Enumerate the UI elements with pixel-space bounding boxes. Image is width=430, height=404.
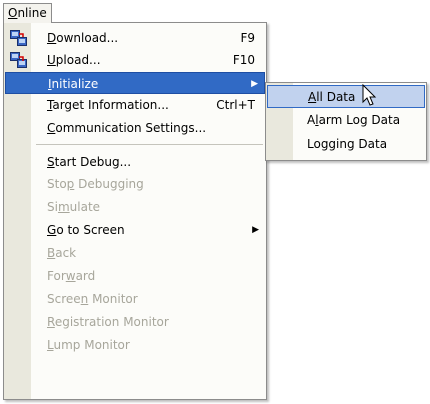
menu-item-start-debug[interactable]: Start Debug...	[5, 151, 265, 173]
initialize-submenu: All Data Alarm Log Data Logging Data	[265, 82, 427, 161]
upload-icon	[10, 52, 27, 68]
menu-item-back: Back	[5, 242, 265, 264]
menu-item-stop-debugging: Stop Debugging	[5, 173, 265, 195]
registration-monitor-label: Registration Monitor	[47, 315, 169, 329]
alarm-log-data-label: Alarm Log Data	[307, 113, 401, 127]
upload-shortcut: F10	[232, 53, 255, 67]
download-shortcut: F9	[240, 31, 255, 45]
simulate-label: Simulate	[47, 200, 101, 214]
submenu-item-logging-data[interactable]: Logging Data	[267, 133, 425, 156]
download-label: Download...	[47, 31, 119, 45]
initialize-label: Initialize	[48, 77, 99, 91]
menu-item-upload[interactable]: Upload... F10	[5, 49, 265, 71]
go-to-screen-submenu-arrow-icon: ▶	[252, 225, 259, 235]
menu-item-lump-monitor: Lump Monitor	[5, 334, 265, 356]
screen-monitor-label: Screen Monitor	[47, 292, 138, 306]
mouse-cursor-icon	[362, 84, 377, 106]
forward-label: Forward	[47, 269, 96, 283]
submenu-item-alarm-log-data[interactable]: Alarm Log Data	[267, 109, 425, 132]
go-to-screen-label: Go to Screen	[47, 223, 125, 237]
online-menu: Download... F9 Upload... F10 Initialize …	[3, 22, 267, 400]
menu-item-registration-monitor: Registration Monitor	[5, 311, 265, 333]
lump-monitor-label: Lump Monitor	[47, 338, 130, 352]
menu-item-screen-monitor: Screen Monitor	[5, 288, 265, 310]
menu-online[interactable]: Online	[3, 3, 52, 23]
stop-debugging-label: Stop Debugging	[47, 177, 144, 191]
menu-item-download[interactable]: Download... F9	[5, 27, 265, 49]
logging-data-label: Logging Data	[307, 137, 388, 151]
submenu-item-all-data[interactable]: All Data	[267, 85, 425, 108]
upload-label: Upload...	[47, 53, 101, 67]
menu-item-go-to-screen[interactable]: Go to Screen ▶	[5, 219, 265, 241]
communication-settings-label: Communication Settings...	[47, 121, 207, 135]
menu-separator	[36, 144, 263, 145]
menu-item-communication-settings[interactable]: Communication Settings...	[5, 117, 265, 139]
target-information-shortcut: Ctrl+T	[216, 98, 255, 112]
target-information-label: Target Information...	[47, 98, 169, 112]
back-label: Back	[47, 246, 77, 260]
initialize-submenu-arrow-icon: ▶	[251, 79, 258, 89]
menu-online-label: Online	[8, 6, 47, 20]
menu-item-target-information[interactable]: Target Information... Ctrl+T	[5, 94, 265, 116]
menu-item-initialize[interactable]: Initialize ▶	[5, 72, 265, 94]
download-icon	[10, 30, 27, 46]
menu-item-forward: Forward	[5, 265, 265, 287]
all-data-label: All Data	[308, 90, 356, 104]
start-debug-label: Start Debug...	[47, 155, 132, 169]
menu-item-simulate: Simulate	[5, 196, 265, 218]
